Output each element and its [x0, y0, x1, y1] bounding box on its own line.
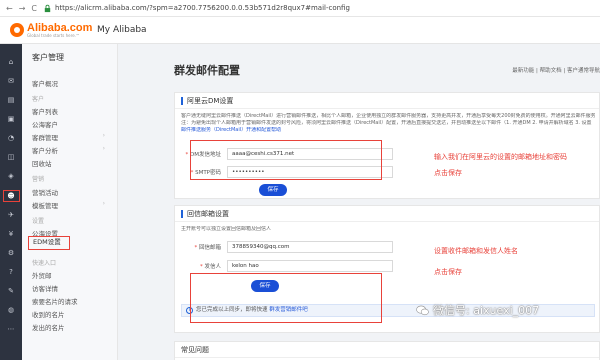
reply-hint: 主开账号可以独立设置回信邮箱及回信人 — [181, 226, 272, 232]
dm-desc-line2: 注：为避免出现个人邮箱用于营销邮件发送的封号风险，将须阿里云邮件推送（Direc… — [181, 120, 592, 126]
chevron-right-icon: › — [102, 145, 105, 152]
annotation-note-2: 点击保存 — [434, 169, 462, 177]
dm-help-link[interactable]: 邮件推送服务（DirectMail）开通和配置帮助 — [181, 127, 281, 133]
watermark-text: 微信号: aixuexi_007 — [433, 304, 540, 317]
annotation-note-3: 设置收件邮箱和发信人姓名 — [434, 247, 518, 255]
menu-item-recycle-bin[interactable]: 回收站 — [32, 158, 52, 168]
alibaba-logo[interactable]: Alibaba.com Global trade starts here.™ — [0, 21, 97, 38]
menu-item-public-customers[interactable]: 公海客户 — [32, 119, 58, 129]
browser-url-bar: ← → C https://alicrm.alibaba.com/?spm=a2… — [0, 0, 600, 17]
sender-name-input[interactable]: kelon hao — [227, 260, 393, 272]
chevron-right-icon: › — [102, 132, 105, 139]
browser-nav: ← → C — [0, 4, 43, 13]
menu-group-marketing: 营销 — [32, 176, 45, 183]
chevron-right-icon: › — [102, 200, 105, 207]
reply-email-row: * 回信邮箱 378859340@qq.com — [175, 241, 393, 253]
help-icon[interactable]: ? — [7, 268, 15, 276]
menu-item-visitor-details[interactable]: 访客详情 — [32, 283, 58, 293]
section-bar — [181, 209, 183, 218]
menu-item-analysis[interactable]: 客户分析 — [32, 145, 58, 155]
menu-item-templates[interactable]: 模板管理 — [32, 200, 58, 210]
annotation-box-reply-fields — [190, 273, 382, 323]
finance-icon[interactable]: ¥ — [7, 230, 15, 238]
reply-email-input[interactable]: 378859340@qq.com — [227, 241, 393, 253]
annotation-note-1: 输入我们在阿里云的设置的邮箱地址和密码 — [434, 153, 567, 161]
store-icon[interactable]: ◫ — [7, 153, 15, 161]
logo-tagline: Global trade starts here.™ — [27, 32, 80, 38]
url-field[interactable]: https://alicrm.alibaba.com/?spm=a2700.77… — [55, 4, 350, 12]
reload-icon[interactable]: C — [31, 4, 37, 13]
annotation-note-4: 点击保存 — [434, 268, 462, 276]
menu-item-customer-list[interactable]: 客户列表 — [32, 106, 58, 116]
menu-item-trade-mail[interactable]: 外贸邮 — [32, 270, 52, 280]
menu-item-sent-cards[interactable]: 发出的名片 — [32, 322, 65, 332]
sender-name-row: * 发信人 kelon hao — [175, 260, 393, 272]
faq-card: 常见问题 — [174, 341, 600, 360]
faq-title: 常见问题 — [181, 345, 209, 354]
settings-icon[interactable]: ⚙ — [7, 249, 15, 257]
reply-email-label: 回信邮箱 — [198, 245, 221, 251]
tools-icon[interactable]: ✎ — [7, 287, 15, 295]
message-icon[interactable]: ✉ — [7, 77, 15, 85]
wechat-watermark: 微信号: aixuexi_007 — [416, 302, 539, 318]
dm-desc-line1: 客户通无缝阿里云邮件推送（DirectMail）进行营销邮件推送，相比个人邮箱，… — [181, 113, 595, 119]
page-title: 群发邮件配置 — [174, 64, 240, 77]
home-icon[interactable]: ⌂ — [7, 58, 15, 66]
sender-name-label: 发信人 — [204, 264, 221, 270]
menu-item-received-cards[interactable]: 收到的名片 — [32, 309, 65, 319]
data-icon[interactable]: ◔ — [7, 134, 15, 142]
logo-name: Alibaba.com — [27, 21, 93, 34]
menu-item-edm-settings[interactable]: EDM设置 — [28, 236, 70, 250]
menu-title: 客户管理 — [32, 53, 64, 62]
lock-icon — [44, 4, 51, 12]
marketing-icon[interactable]: ◈ — [7, 172, 15, 180]
menu-group-shortcuts: 快速入口 — [32, 260, 57, 267]
wechat-icon — [416, 305, 429, 315]
more-icon[interactable]: ⋯ — [7, 325, 15, 333]
account-icon[interactable]: ◍ — [7, 306, 15, 314]
app-title[interactable]: My Alibaba — [97, 25, 147, 35]
annotation-box-dm-fields — [190, 140, 382, 180]
menu-item-groups[interactable]: 客群管理 — [32, 132, 58, 142]
logistics-icon[interactable]: ✈ — [7, 211, 15, 219]
reply-card-title: 回信邮箱设置 — [187, 209, 229, 218]
dm-save-button[interactable]: 保存 — [259, 184, 287, 196]
menu-group-settings: 设置 — [32, 218, 45, 225]
section-bar — [181, 96, 183, 105]
icon-rail: ⌂ ✉ ▤ ▣ ◔ ◫ ◈ ☻ ✈ ¥ ⚙ ? ✎ ◍ ⋯ — [0, 44, 22, 360]
site-header: Alibaba.com Global trade starts here.™ M… — [0, 17, 600, 44]
order-icon[interactable]: ▣ — [7, 115, 15, 123]
product-icon[interactable]: ▤ — [7, 96, 15, 104]
customer-icon-highlight — [3, 190, 20, 202]
top-links[interactable]: 最新功能 | 帮助文档 | 客户通常导航 — [512, 66, 600, 74]
back-icon[interactable]: ← — [6, 4, 13, 13]
menu-item-card-requests[interactable]: 索要名片的请求 — [32, 296, 78, 306]
customer-menu: 客户管理 客户概况 客户 客户列表 公海客户 客群管理 › 客户分析 › 回收站… — [22, 44, 118, 360]
alibaba-logo-icon — [10, 23, 24, 37]
menu-group-customer: 客户 — [32, 96, 45, 103]
dm-card-title: 阿里云DM设置 — [187, 96, 234, 105]
menu-item-campaigns[interactable]: 营销活动 — [32, 187, 58, 197]
menu-item-overview[interactable]: 客户概况 — [32, 78, 58, 88]
forward-icon[interactable]: → — [19, 4, 26, 13]
